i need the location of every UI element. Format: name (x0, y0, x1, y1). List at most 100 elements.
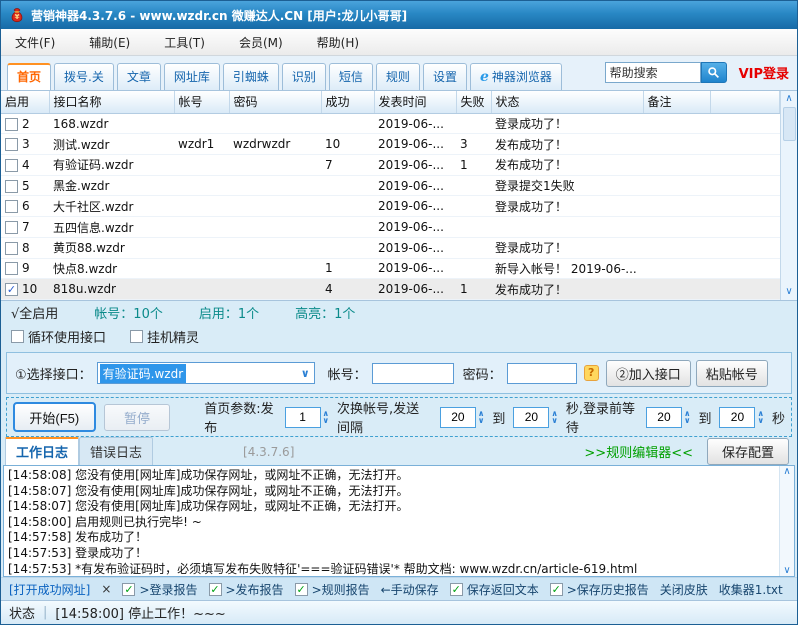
tab-dial[interactable]: 拨号.关 (54, 63, 114, 90)
open-success-url-link[interactable]: [打开成功网址] (9, 581, 90, 598)
table-row[interactable]: 6 大千社区.wzdr 2019-06-... 登录成功了！ (1, 196, 780, 217)
hang-spirit-checkbox[interactable] (130, 330, 143, 343)
rule-editor-link[interactable]: >>规则编辑器<< (584, 442, 693, 461)
select-all-toggle[interactable]: √全启用 (11, 303, 58, 322)
hang-spirit-option[interactable]: 挂机精灵 (130, 327, 199, 346)
loop-interface-option[interactable]: 循环使用接口 (11, 327, 106, 346)
scroll-up-icon[interactable]: ∧ (783, 466, 790, 477)
stepper-arrows-icon[interactable]: ∧∨ (551, 410, 558, 424)
scroll-thumb[interactable] (783, 107, 796, 141)
wait-from-input[interactable] (646, 407, 682, 428)
col-status[interactable]: 状态 (491, 91, 643, 113)
tab-url-library[interactable]: 网址库 (164, 63, 220, 90)
interval-to-input[interactable] (513, 407, 549, 428)
help-search-input[interactable] (605, 62, 701, 83)
tab-work-log[interactable]: 工作日志 (5, 437, 79, 465)
row-checkbox[interactable] (5, 138, 18, 151)
tab-error-log[interactable]: 错误日志 (79, 437, 153, 465)
scroll-down-icon[interactable]: ∨ (785, 284, 792, 300)
interval-to-stepper: ∧∨ (513, 407, 558, 428)
interval-from-stepper: ∧∨ (440, 407, 485, 428)
tab-sms[interactable]: 短信 (329, 63, 373, 90)
row-checkbox[interactable] (5, 180, 18, 193)
search-button[interactable] (701, 62, 727, 83)
account-field[interactable] (372, 363, 454, 384)
stepper-arrows-icon[interactable]: ∧∨ (478, 410, 485, 424)
row-checkbox[interactable] (5, 262, 18, 275)
tab-recognize[interactable]: 识别 (282, 63, 326, 90)
stepper-arrows-icon[interactable]: ∧∨ (757, 410, 764, 424)
scroll-up-icon[interactable]: ∧ (785, 91, 792, 107)
table-row[interactable]: 4 有验证码.wzdr 7 2019-06-... 1 发布成功了！ (1, 155, 780, 176)
loop-interface-checkbox[interactable] (11, 330, 24, 343)
menu-assist[interactable]: 辅助(E) (89, 34, 130, 51)
tab-browser[interactable]: e 神器浏览器 (470, 63, 562, 90)
stepper-arrows-icon[interactable]: ∧∨ (684, 410, 691, 424)
manual-save-link[interactable]: ←手动保存 (381, 581, 439, 598)
row-checkbox[interactable] (5, 159, 18, 172)
table-scrollbar[interactable]: ∧ ∨ (780, 91, 797, 300)
table-row[interactable]: 2 168.wzdr 2019-06-... 登录成功了！ (1, 113, 780, 134)
stepper-arrows-icon[interactable]: ∧∨ (323, 410, 330, 424)
scroll-down-icon[interactable]: ∨ (783, 565, 790, 576)
login-report-checkbox[interactable] (122, 583, 135, 596)
tab-rules[interactable]: 规则 (376, 63, 420, 90)
tab-spider[interactable]: 引蜘蛛 (223, 63, 279, 90)
paste-account-button[interactable]: 粘贴帐号 (696, 360, 768, 387)
log-scrollbar[interactable]: ∧ ∨ (779, 466, 794, 576)
password-field[interactable] (507, 363, 577, 384)
table-row-selected[interactable]: 10 818u.wzdr 4 2019-06-... 1 发布成功了！ (1, 279, 780, 300)
col-password[interactable]: 密码 (229, 91, 321, 113)
start-button[interactable]: 开始(F5) (13, 402, 96, 432)
log-line: [14:57:53] *有发布验证码时，必须填写发布失败特征'===验证码错误'… (8, 562, 777, 576)
menu-file[interactable]: 文件(F) (15, 34, 55, 51)
close-icon[interactable]: × (101, 582, 111, 596)
tab-settings[interactable]: 设置 (423, 63, 467, 90)
save-return-text-checkbox[interactable] (450, 583, 463, 596)
row-checkbox-checked[interactable] (5, 283, 18, 296)
save-history-report-checkbox[interactable] (550, 583, 563, 596)
collector-file-link[interactable]: 收集器1.txt (719, 581, 783, 598)
tab-article[interactable]: 文章 (117, 63, 161, 90)
col-enable[interactable]: 启用 (1, 91, 49, 113)
menu-tools[interactable]: 工具(T) (164, 34, 205, 51)
control-row: 开始(F5) 暂停 首页参数:发布 ∧∨ 次换帐号,发送间隔 ∧∨ 到 ∧∨ 秒… (6, 397, 792, 437)
menu-member[interactable]: 会员(M) (239, 34, 283, 51)
col-name[interactable]: 接口名称 (49, 91, 174, 113)
col-time[interactable]: 发表时间 (374, 91, 456, 113)
chevron-down-icon[interactable]: ∨ (301, 367, 312, 380)
col-note[interactable]: 备注 (643, 91, 710, 113)
menu-help[interactable]: 帮助(H) (317, 34, 359, 51)
col-account[interactable]: 帐号 (174, 91, 229, 113)
row-checkbox[interactable] (5, 118, 18, 131)
table-row[interactable]: 7 五四信息.wzdr 2019-06-... (1, 217, 780, 238)
wait-to-input[interactable] (719, 407, 755, 428)
pause-button[interactable]: 暂停 (104, 404, 171, 431)
col-fail[interactable]: 失败 (456, 91, 491, 113)
publish-count-input[interactable] (285, 407, 321, 428)
tab-home[interactable]: 首页 (7, 63, 51, 90)
interface-combobox[interactable]: 有验证码.wzdr ∨ (97, 362, 315, 384)
interval-from-input[interactable] (440, 407, 476, 428)
publish-report-checkbox[interactable] (209, 583, 222, 596)
to-label: 到 (698, 408, 711, 427)
table-row[interactable]: 9 快点8.wzdr 1 2019-06-... 新导入帐号！ 2019-06-… (1, 258, 780, 279)
add-interface-button[interactable]: ②加入接口 (606, 360, 691, 387)
login-report-option[interactable]: >登录报告 (122, 581, 197, 598)
row-checkbox[interactable] (5, 242, 18, 255)
table-row[interactable]: 5 黑金.wzdr 2019-06-... 登录提交1失败 (1, 175, 780, 196)
table-row[interactable]: 3 测试.wzdr wzdr1 wzdrwzdr 10 2019-06-... … (1, 134, 780, 155)
rule-report-option[interactable]: >规则报告 (295, 581, 370, 598)
table-row[interactable]: 8 黄页88.wzdr 2019-06-... 登录成功了！ (1, 237, 780, 258)
save-history-report-option[interactable]: >保存历史报告 (550, 581, 649, 598)
publish-report-option[interactable]: >发布报告 (209, 581, 284, 598)
help-icon[interactable]: ? (584, 365, 599, 381)
save-config-button[interactable]: 保存配置 (707, 438, 789, 465)
col-success[interactable]: 成功 (321, 91, 374, 113)
vip-login-link[interactable]: VIP登录 (739, 63, 789, 82)
close-skin-link[interactable]: 关闭皮肤 (660, 581, 708, 598)
save-return-text-option[interactable]: 保存返回文本 (450, 581, 539, 598)
row-checkbox[interactable] (5, 221, 18, 234)
row-checkbox[interactable] (5, 200, 18, 213)
rule-report-checkbox[interactable] (295, 583, 308, 596)
